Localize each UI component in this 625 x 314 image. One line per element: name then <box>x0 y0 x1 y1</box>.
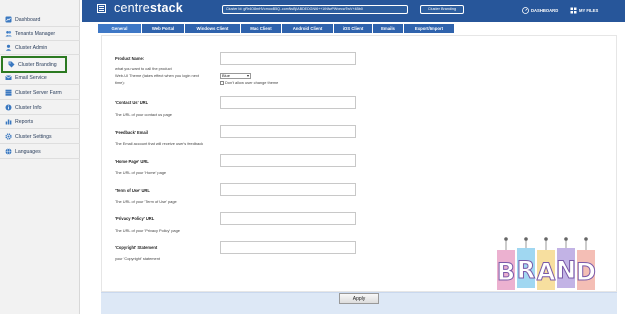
theme-select-value: Blue <box>222 73 231 78</box>
contact-us-label: 'Contact Us' URL <box>115 100 149 105</box>
tab-export-import[interactable]: Export/Import <box>404 24 454 33</box>
contact-us-desc: The URL of your contact us page <box>115 112 172 117</box>
contact-us-input[interactable] <box>220 96 356 109</box>
tag-pin <box>584 237 588 241</box>
sidebar-item-email-service[interactable]: Email Service <box>0 71 80 85</box>
tab-ios-client[interactable]: iOS Client <box>334 24 372 33</box>
tag-pin <box>504 237 508 241</box>
sidebar-item-cluster-admin[interactable]: Cluster Admin <box>0 41 80 55</box>
sidebar-item-cluster-info[interactable]: Cluster Info <box>0 101 80 115</box>
admin-icon <box>5 44 12 51</box>
files-grid-icon <box>570 7 577 14</box>
theme-desc: Web-UI Theme (takes effect when you logi… <box>115 73 199 78</box>
server-farm-icon <box>5 89 12 96</box>
product-name-label: Product Name: <box>115 56 145 61</box>
email-icon <box>5 74 12 81</box>
feedback-email-desc: The Email account that will receive user… <box>115 141 204 146</box>
product-name-input[interactable] <box>220 52 356 65</box>
sidebar: Dashboard Tenants Manager Cluster Admin … <box>0 0 80 314</box>
product-name-desc: what you want to call the product <box>115 66 172 71</box>
tab-windows-client[interactable]: Windows Client <box>185 24 240 33</box>
allow-change-theme-row: Don't allow user change theme <box>220 80 278 85</box>
sidebar-item-label: Cluster Settings <box>15 133 52 140</box>
tab-mac-client[interactable]: Mac Client <box>241 24 281 33</box>
sidebar-item-dashboard[interactable]: Dashboard <box>0 13 80 27</box>
terms-of-use-desc: The URL of your 'Term of Use' page <box>115 199 177 204</box>
sidebar-item-label: Languages <box>15 148 41 155</box>
sidebar-item-label: Reports <box>15 118 34 125</box>
sidebar-item-label: Cluster Server Farm <box>15 89 62 96</box>
theme-desc-cont: time): <box>115 80 125 85</box>
privacy-policy-label: 'Privacy Policy' URL <box>115 216 155 221</box>
sidebar-item-label: Tenants Manager <box>15 30 56 37</box>
menu-logo-icon[interactable] <box>97 4 106 13</box>
app-logo-text: centrestack <box>114 1 183 15</box>
apply-button[interactable]: Apply <box>339 293 379 304</box>
brand-letter: A <box>537 258 556 286</box>
feedback-email-label: 'Feedback' Email <box>115 130 148 135</box>
tag-pin <box>524 237 528 241</box>
tab-emails[interactable]: Emails <box>373 24 403 33</box>
reports-icon <box>5 118 12 125</box>
dashboard-link[interactable]: DASHBOARD <box>522 7 558 14</box>
allow-change-theme-checkbox[interactable] <box>220 80 224 85</box>
copyright-input[interactable] <box>220 241 356 254</box>
allow-change-theme-label: Don't allow user change theme <box>225 80 279 85</box>
tab-android-client[interactable]: Android Client <box>282 24 333 33</box>
tenants-icon <box>5 30 12 37</box>
copyright-desc: your 'Copyright' statement <box>115 256 160 261</box>
branding-tag-icon <box>8 61 15 68</box>
sidebar-item-reports[interactable]: Reports <box>0 115 80 129</box>
tag-pin <box>564 237 568 241</box>
brand-tags-illustration: BRAND <box>496 237 596 290</box>
sidebar-item-cluster-settings[interactable]: Cluster Settings <box>0 130 80 144</box>
dashboard-gauge-icon <box>522 7 529 14</box>
sidebar-item-label: Email Service <box>15 74 47 81</box>
home-page-label: 'Home Page' URL <box>115 159 149 164</box>
tab-bar: General Web Portal Windows Client Mac Cl… <box>98 24 455 33</box>
cluster-id-field[interactable]: Cluster Id: gRr4O8mHVcmooB5Q..comNsBj\AB… <box>222 5 408 14</box>
tab-general[interactable]: General <box>98 24 141 33</box>
tab-web-portal[interactable]: Web Portal <box>142 24 184 33</box>
my-files-link[interactable]: MY FILES <box>570 7 598 14</box>
copyright-label: 'Copyright' Statement <box>115 245 158 250</box>
brand-letter: D <box>576 258 596 286</box>
dashboard-link-label: DASHBOARD <box>531 8 559 13</box>
theme-select[interactable]: Blue <box>220 73 251 79</box>
brand-letter: B <box>497 258 515 286</box>
sidebar-item-label: Cluster Info <box>15 104 42 111</box>
info-icon <box>5 104 12 111</box>
settings-icon <box>5 133 12 140</box>
home-page-desc: The URL of your 'Home' page <box>115 170 167 175</box>
sidebar-item-label: Dashboard <box>15 16 41 23</box>
sidebar-item-tenants-manager[interactable]: Tenants Manager <box>0 27 80 41</box>
sidebar-item-label: Cluster Admin <box>15 44 48 51</box>
my-files-link-label: MY FILES <box>579 8 599 13</box>
dashboard-icon <box>5 16 12 23</box>
globe-icon <box>5 148 12 155</box>
chevron-down-icon <box>247 75 249 77</box>
cluster-branding-button[interactable]: Cluster Branding <box>420 5 464 14</box>
brand-letter: N <box>556 256 576 284</box>
privacy-policy-input[interactable] <box>220 212 356 225</box>
tag-pin <box>544 237 548 241</box>
brand-letter: R <box>517 256 535 284</box>
sidebar-item-cluster-server-farm[interactable]: Cluster Server Farm <box>0 86 80 100</box>
feedback-email-input[interactable] <box>220 125 356 138</box>
terms-of-use-input[interactable] <box>220 183 356 196</box>
privacy-policy-desc: The URL of your 'Privacy Policy' page <box>115 228 180 233</box>
home-page-input[interactable] <box>220 154 356 167</box>
sidebar-item-languages[interactable]: Languages <box>0 145 80 159</box>
sidebar-item-label: Cluster Branding <box>18 61 57 68</box>
terms-of-use-label: 'Term of Use' URL <box>115 188 150 193</box>
